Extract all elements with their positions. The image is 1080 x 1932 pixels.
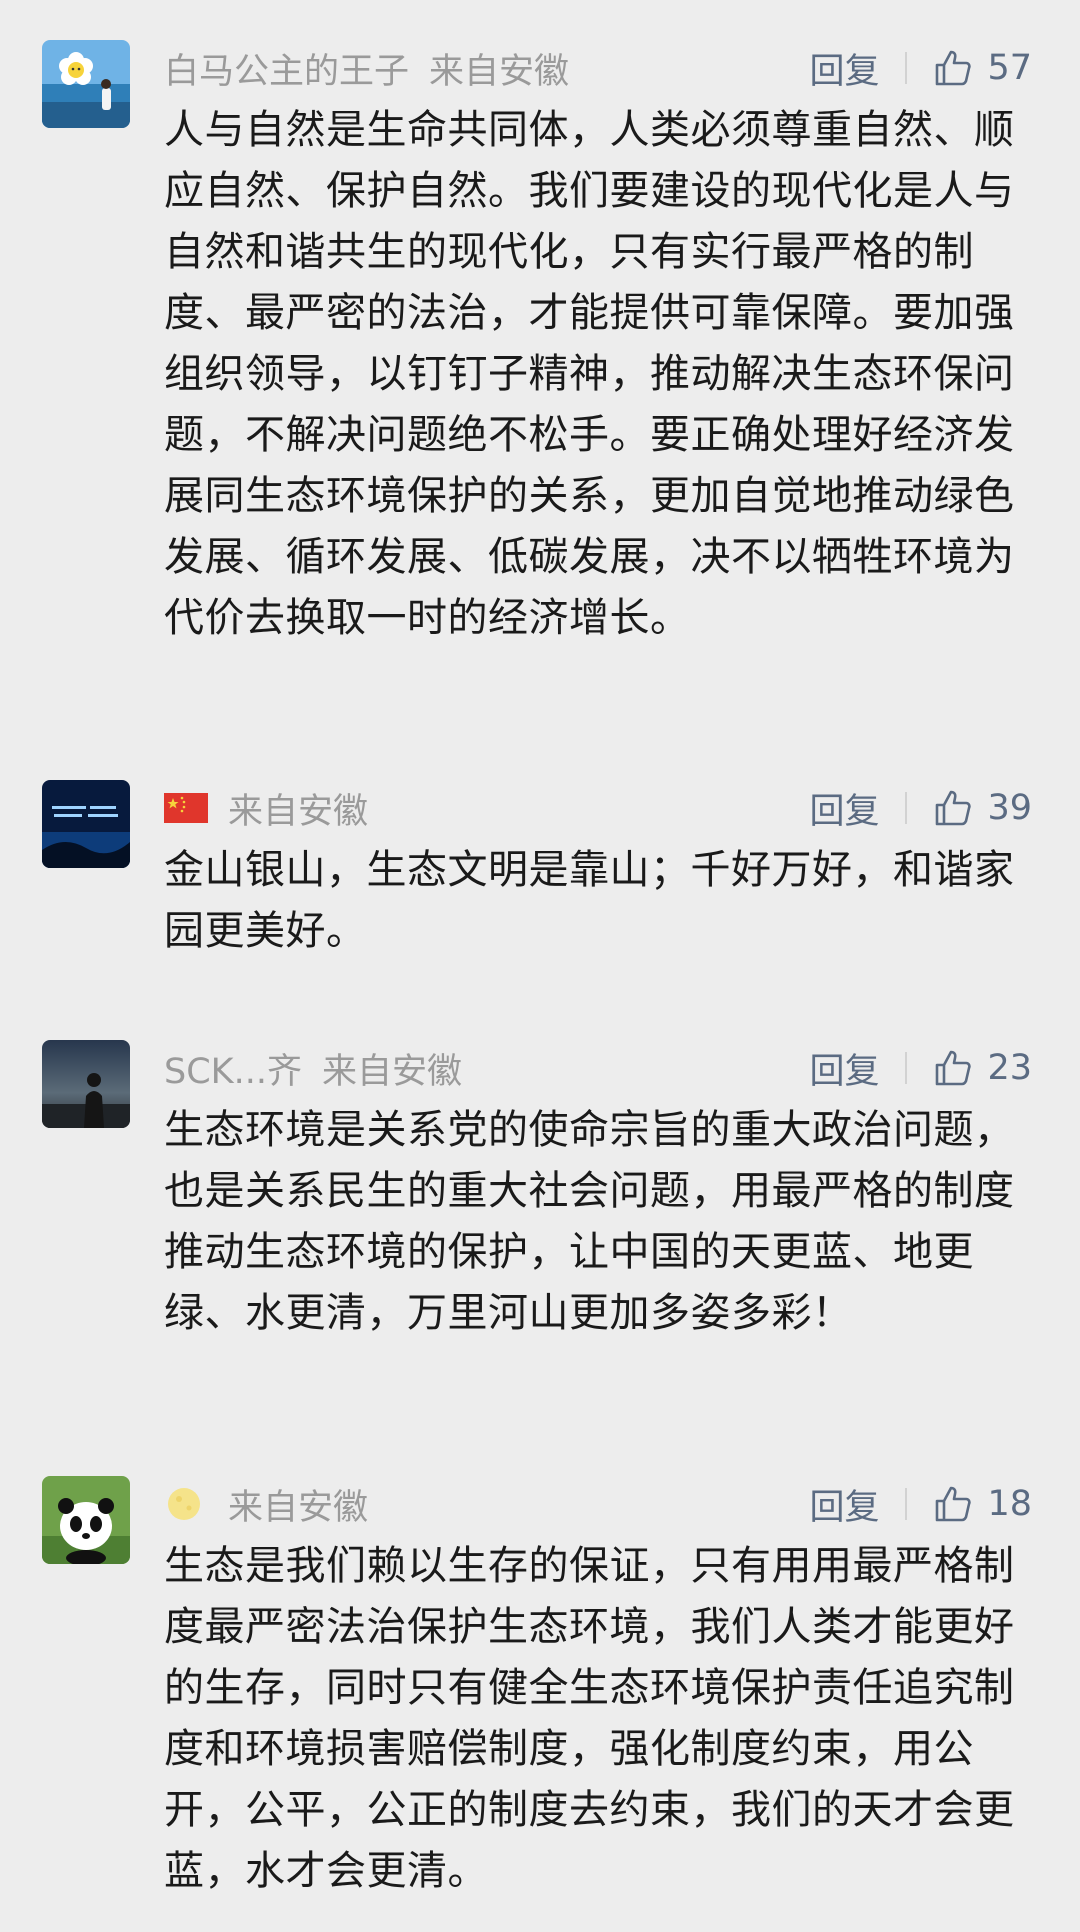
comment-meta: 白马公主的王子 来自安徽 <box>164 40 569 96</box>
reply-button[interactable]: 回复 <box>809 43 879 94</box>
divider <box>905 52 908 84</box>
avatar[interactable] <box>42 40 130 128</box>
divider <box>905 1488 908 1520</box>
thumbs-up-icon[interactable] <box>933 48 973 88</box>
moon-icon <box>164 1486 208 1522</box>
avatar-image <box>42 40 130 128</box>
like-count: 23 <box>987 1048 1032 1088</box>
comment-actions: 回复 57 <box>809 40 1032 96</box>
comment-text: 人与自然是生命共同体，人类必须尊重自然、顺应自然、保护自然。我们要建设的现代化是… <box>164 107 1015 641</box>
comment-meta: SCK...齐 来自安徽 <box>164 1040 462 1096</box>
avatar[interactable] <box>42 1040 130 1128</box>
comment-text: 生态是我们赖以生存的保证，只有用用最严格制度最严密法治保护生态环境，我们人类才能… <box>164 1543 1015 1894</box>
divider <box>905 1052 908 1084</box>
comment-actions: 回复 39 <box>809 780 1032 836</box>
comment-meta: 来自安徽 <box>164 780 368 836</box>
comment-actions: 回复 18 <box>809 1476 1032 1532</box>
location-label: 来自安徽 <box>228 1487 369 1528</box>
china-flag-icon <box>164 790 208 826</box>
avatar-image <box>42 1476 130 1564</box>
thumbs-up-icon[interactable] <box>933 788 973 828</box>
username[interactable]: SCK...齐 <box>164 1043 302 1094</box>
thumbs-up-icon[interactable] <box>933 1484 973 1524</box>
location-label: 来自安徽 <box>429 51 570 92</box>
avatar[interactable] <box>42 780 130 868</box>
location-label: 来自安徽 <box>321 1051 462 1092</box>
username[interactable]: 白马公主的王子 <box>164 43 409 94</box>
reply-button[interactable]: 回复 <box>809 1043 879 1094</box>
reply-button[interactable]: 回复 <box>809 783 879 834</box>
like-count: 18 <box>987 1484 1032 1524</box>
divider <box>905 792 908 824</box>
reply-button[interactable]: 回复 <box>809 1479 879 1530</box>
avatar-image <box>42 1040 130 1128</box>
avatar-image <box>42 780 130 868</box>
comment-actions: 回复 23 <box>809 1040 1032 1096</box>
avatar[interactable] <box>42 1476 130 1564</box>
comment-text: 生态环境是关系党的使命宗旨的重大政治问题，也是关系民生的重大社会问题，用最严格的… <box>164 1107 1015 1336</box>
comment-text: 金山银山，生态文明是靠山；千好万好，和谐家园更美好。 <box>164 847 1015 954</box>
thumbs-up-icon[interactable] <box>933 1048 973 1088</box>
comment-meta: 来自安徽 <box>164 1476 368 1532</box>
like-count: 39 <box>987 788 1032 828</box>
location-label: 来自安徽 <box>228 791 369 832</box>
like-count: 57 <box>987 48 1032 88</box>
